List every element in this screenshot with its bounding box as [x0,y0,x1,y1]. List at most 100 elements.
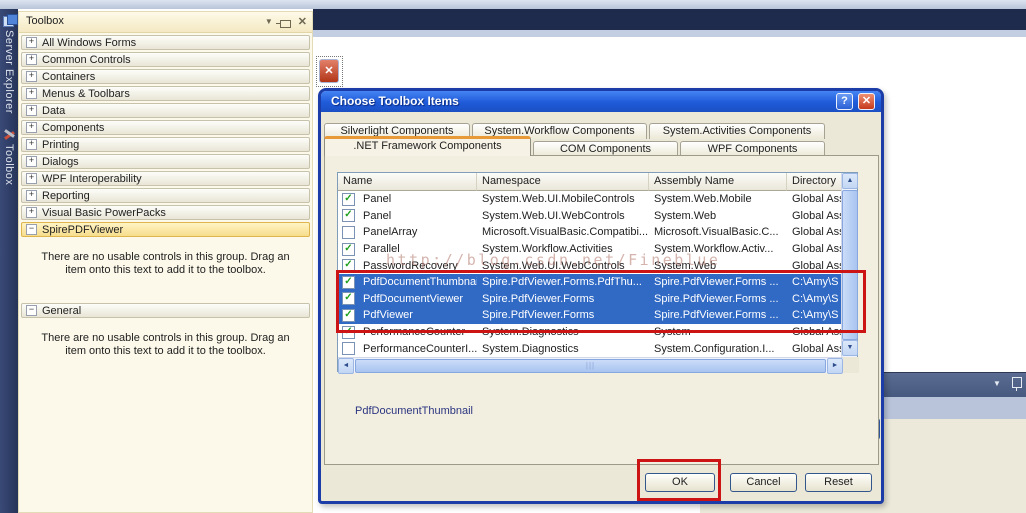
toolbox-group-components[interactable]: + Components [21,120,310,135]
component-name: Panel [363,210,391,222]
column-header-namespace[interactable]: Namespace [477,173,649,191]
cell-namespace: System.Diagnostics [477,343,649,355]
choose-toolbox-items-dialog: Choose Toolbox Items ? ✕ Silverlight Com… [318,88,884,504]
column-header-directory[interactable]: Directory [787,173,843,191]
toolbox-group-label: Visual Basic PowerPacks [42,207,166,219]
top-strip [0,0,1026,9]
designer-close-icon[interactable]: ✕ [319,59,339,83]
cell-directory: Global Ass [787,226,843,238]
cell-assembly: System.Web.Mobile [649,193,787,205]
toolbox-group-general[interactable]: −General [21,303,310,318]
table-row[interactable]: ✓ Panel System.Web.UI.WebControlsSystem.We… [338,208,857,225]
toolbox-group-all-windows-forms[interactable]: + All Windows Forms [21,35,310,50]
toolbox-group-label: All Windows Forms [42,37,136,49]
toolbox-group-common-controls[interactable]: +Common Controls [21,52,310,67]
horizontal-scrollbar-thumb[interactable]: ||| [355,359,826,373]
expand-icon[interactable]: + [26,54,37,65]
expand-icon[interactable]: + [26,37,37,48]
table-row[interactable]: PerformanceCounterI...System.Diagnostics… [338,340,857,357]
checkbox-unchecked-icon[interactable] [342,226,355,239]
toolbox-body: + All Windows Forms +Common Controls +Conta… [19,35,312,358]
horizontal-scrollbar[interactable]: ◄ ||| ► [338,357,843,373]
expand-icon[interactable]: + [26,88,37,99]
scroll-left-icon[interactable]: ◄ [338,358,354,374]
watermark-text: http://blog.csdn.net/Fineblue [386,251,720,269]
expand-icon[interactable]: + [26,105,37,116]
column-header-name[interactable]: Name [338,173,477,191]
toolbox-group-data[interactable]: + Data [21,103,310,118]
toolbox-group-label: Menus & Toolbars [42,88,130,100]
collapse-icon[interactable]: − [26,224,37,235]
expand-icon[interactable]: + [26,156,37,167]
editor-top-band [313,9,1026,30]
expand-icon[interactable]: + [26,122,37,133]
scroll-right-icon[interactable]: ► [827,358,843,374]
cancel-button[interactable]: Cancel [730,473,797,492]
toolbox-group-label: WPF Interoperability [42,173,142,185]
checkbox-checked-icon[interactable]: ✓ [342,193,355,206]
table-header-row: Name Namespace Assembly Name Directory [338,173,857,191]
component-name: PerformanceCounterI... [363,343,477,355]
close-icon[interactable]: ✕ [858,93,875,110]
dialog-titlebar[interactable]: Choose Toolbox Items [321,91,881,112]
toolbox-group-label: SpirePDFViewer [42,224,123,236]
cell-assembly: System.Web [649,210,787,222]
tab-system-activities-components[interactable]: System.Activities Components [649,123,825,139]
reset-button[interactable]: Reset [805,473,872,492]
expand-icon[interactable]: + [26,190,37,201]
toolbox-group-label: Data [42,105,65,117]
right-panel-pin-icon[interactable] [1012,377,1022,388]
table-row[interactable]: ✓PanelSystem.Web.UI.MobileControlsSystem… [338,191,857,208]
toolbox-dropdown-icon[interactable]: ▼ [265,16,273,28]
column-header-assembly-name[interactable]: Assembly Name [649,173,787,191]
toolbox-group-wpf-interoperability[interactable]: + WPF Interoperability [21,171,310,186]
toolbox-empty-text: There are no usable controls in this gro… [35,332,296,358]
cell-namespace: Microsoft.VisualBasic.Compatibi... [477,226,649,238]
expand-icon[interactable]: + [26,207,37,218]
expand-icon[interactable]: + [26,71,37,82]
expand-icon[interactable]: + [26,173,37,184]
toolbox-close-icon[interactable]: ✕ [298,16,307,28]
tab-net-framework-components[interactable]: .NET Framework Components [324,136,531,156]
toolbox-group-containers[interactable]: +Containers [21,69,310,84]
toolbox-group-label: Reporting [42,190,90,202]
server-explorer-icon [3,14,16,27]
tab-wpf-components[interactable]: WPF Components [680,141,825,156]
cell-assembly: Microsoft.VisualBasic.C... [649,226,787,238]
toolbox-group-menus-toolbars[interactable]: + Menus & Toolbars [21,86,310,101]
checkbox-checked-icon[interactable]: ✓ [342,209,355,222]
checkbox-checked-icon[interactable]: ✓ [342,243,355,256]
rail-tab-toolbox[interactable]: Toolbox [0,128,18,185]
toolbox-group-spirepdfviewer[interactable]: −SpirePDFViewer [21,222,310,237]
rail-tab-server-explorer[interactable]: Server Explorer [0,14,18,114]
designer-selected-control[interactable]: ✕ [316,56,343,87]
toolbox-group-visual-basic-powerpacks[interactable]: + Visual Basic PowerPacks [21,205,310,220]
expand-icon[interactable]: + [26,139,37,150]
component-name: PanelArray [363,226,417,238]
cell-name: PerformanceCounterI... [338,342,477,355]
scroll-up-icon[interactable]: ▲ [842,173,858,189]
toolbox-group-printing[interactable]: +Printing [21,137,310,152]
cell-directory: Global Ass [787,193,843,205]
toolbox-group-label: Components [42,122,104,134]
rail-label-server-explorer[interactable]: Server Explorer [3,30,15,114]
scroll-down-icon[interactable]: ▼ [842,340,858,356]
toolbox-panel: Toolbox ▼ ✕ +All Windows Forms+Common Co… [18,11,313,513]
toolbox-group-label: Dialogs [42,156,79,168]
cell-namespace: System.Web.UI.WebControls [477,210,649,222]
rail-label-toolbox[interactable]: Toolbox [3,144,15,185]
table-row[interactable]: PanelArray Microsoft.VisualBasic.Compatib… [338,224,857,241]
cell-name: ✓Panel [338,193,477,206]
right-panel-dropdown-icon[interactable]: ▼ [993,379,1001,388]
toolbox-pin-icon[interactable] [280,20,291,28]
help-icon[interactable]: ? [836,93,853,110]
collapse-icon[interactable]: − [26,305,37,316]
cell-assembly: System.Configuration.I... [649,343,787,355]
toolbox-group-reporting[interactable]: + Reporting [21,188,310,203]
toolbox-group-label: General [42,305,81,317]
checkbox-unchecked-icon[interactable] [342,342,355,355]
left-dock-rail: Server Explorer Toolbox [0,9,18,513]
tab-com-components[interactable]: COM Components [533,141,678,156]
toolbox-group-dialogs[interactable]: + Dialogs [21,154,310,169]
scrollbar-corner [843,357,859,373]
